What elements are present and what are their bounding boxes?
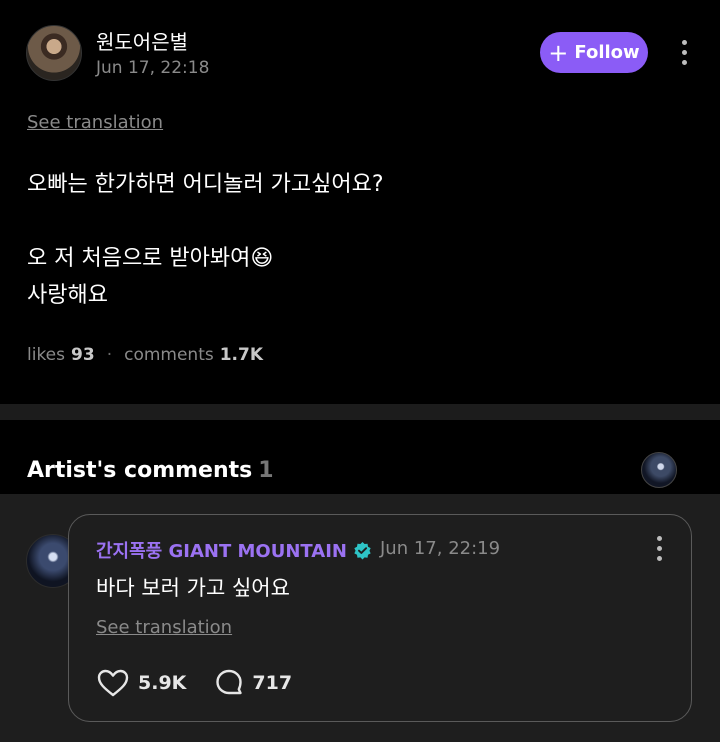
reply-count: 717	[252, 672, 293, 694]
see-translation-link[interactable]: See translation	[27, 112, 163, 133]
more-options-icon[interactable]	[679, 40, 689, 65]
comment-actions: 5.9K 717	[96, 668, 320, 698]
author-name[interactable]: 원도어은별	[96, 26, 188, 55]
post-stats: likes 93 · comments 1.7K	[27, 345, 263, 365]
comment-author-name: 간지폭풍 GIANT MOUNTAIN	[96, 541, 347, 562]
like-count: 5.9K	[138, 672, 187, 694]
follow-label: Follow	[574, 42, 640, 63]
likes-label: likes	[27, 345, 66, 365]
post-timestamp: Jun 17, 22:18	[96, 58, 210, 78]
reply-button[interactable]: 717	[214, 668, 292, 698]
artist-comments-header: Artist's comments 1	[0, 420, 720, 494]
comment-timestamp: Jun 17, 22:19	[380, 538, 501, 559]
author-avatar[interactable]	[26, 25, 82, 81]
like-button[interactable]: 5.9K	[96, 668, 186, 698]
comments-count[interactable]: 1.7K	[220, 345, 263, 365]
verified-badge-icon	[354, 541, 371, 560]
follow-button[interactable]: + Follow	[540, 32, 648, 73]
separator-dot: ·	[106, 345, 113, 365]
artist-avatar[interactable]	[641, 452, 677, 488]
comment-text: 바다 보러 가고 싶어요	[96, 576, 290, 600]
artist-comments-label: Artist's comments	[27, 458, 253, 483]
artist-comments-title: Artist's comments 1	[27, 458, 274, 483]
comments-label[interactable]: comments	[124, 345, 214, 365]
comment-more-options-icon[interactable]	[654, 536, 664, 561]
comment-author[interactable]: 간지폭풍 GIANT MOUNTAIN	[96, 537, 372, 563]
post-body: 오빠는 한가하면 어디놀러 가고싶어요? 오 저 처음으로 받아봐여😆 사랑해요	[27, 172, 384, 308]
speech-bubble-icon	[216, 669, 243, 695]
artist-comments-count: 1	[258, 458, 274, 483]
likes-count: 93	[71, 345, 95, 365]
plus-icon: +	[548, 38, 569, 67]
post: 원도어은별 Jun 17, 22:18 + Follow See transla…	[0, 0, 720, 404]
section-divider	[0, 404, 720, 420]
comment-see-translation-link[interactable]: See translation	[96, 617, 232, 638]
heart-icon	[97, 669, 129, 697]
